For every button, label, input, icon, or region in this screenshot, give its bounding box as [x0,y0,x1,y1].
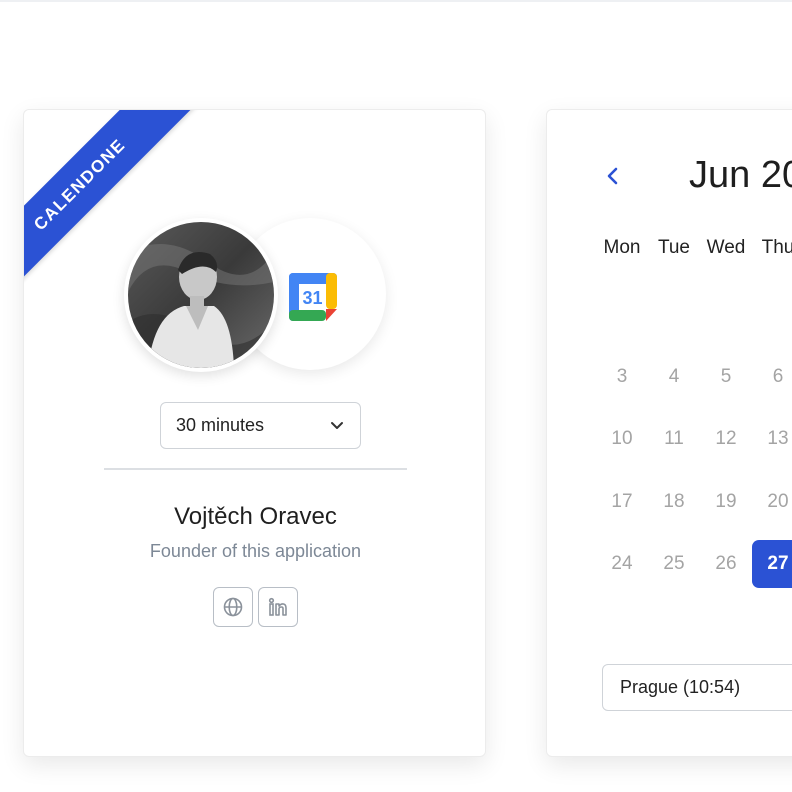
calendar-day: 6 [772,366,784,387]
calendar-day: 13 [767,428,789,449]
calendar-day: 26 [715,553,737,574]
linkedin-icon [268,597,287,616]
calendar-day: 3 [616,366,628,387]
chevron-left-icon[interactable] [605,166,621,186]
calendar-day: 18 [663,491,685,512]
chevron-down-icon [331,422,343,429]
profile-role: Founder of this application [149,541,362,561]
calendar-day-selected[interactable]: 27 [752,540,792,588]
profile-name: Vojtěch Oravec [174,503,337,530]
top-border [0,0,792,2]
weekday-thu: Thu [761,237,792,258]
google-calendar-icon: 31 [289,273,337,321]
duration-value: 30 minutes [176,415,265,435]
weekday-tue: Tue [657,237,691,258]
calendar-day: 17 [611,491,633,512]
calendar-day: 20 [767,491,789,512]
website-link-button[interactable] [213,587,253,627]
weekday-wed: Wed [706,237,746,258]
duration-select[interactable]: 30 minutes [160,402,361,449]
profile-card: CALENDONE 31 30 minutes Vojtěch Oravec F… [23,109,486,757]
linkedin-link-button[interactable] [258,587,298,627]
profile-photo [128,222,274,368]
weekday-mon: Mon [603,237,641,258]
calendar-day: 24 [611,553,633,574]
calendar-day: 10 [611,428,633,449]
calendar-day: 4 [668,366,680,387]
calendar-day: 11 [664,428,684,449]
calendar-day: 25 [663,553,685,574]
calendar-day: 5 [720,366,732,387]
globe-icon [223,597,243,617]
calendar-day: 19 [715,491,737,512]
calendar-card: Jun 20 Mon Tue Wed Thu 3 4 5 6 10 11 12 … [546,109,792,757]
avatar [124,218,278,372]
month-label: Jun 20 [689,154,792,196]
timezone-value: Prague (10:54) [620,677,741,697]
timezone-select[interactable]: Prague (10:54) [602,664,792,711]
calendar-icon-number: 31 [302,288,322,308]
calendar-day: 12 [715,428,737,449]
divider [104,468,407,470]
